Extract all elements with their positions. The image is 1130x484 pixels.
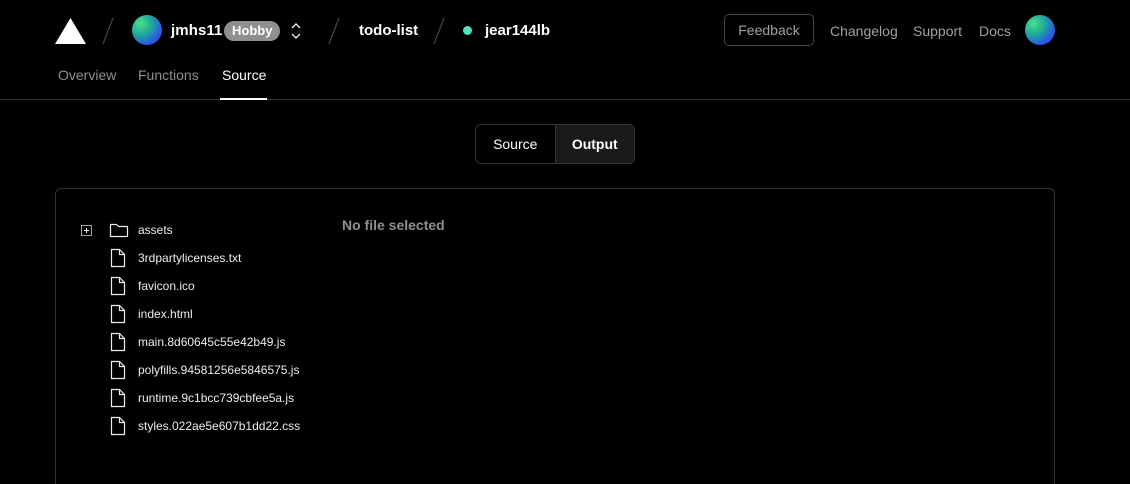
file-name: styles.022ae5e607b1dd22.css	[138, 419, 301, 433]
file-name: main.8d60645c55e42b49.js	[138, 335, 286, 349]
tree-item-file[interactable]: main.8d60645c55e42b49.js	[56, 331, 316, 353]
tree-item-file[interactable]: runtime.9c1bcc739cbfee5a.js	[56, 387, 316, 409]
chevron-up-down-icon[interactable]	[287, 20, 305, 42]
top-navigation-bar: jmhs11 Hobby todo-list jear144lb Feedbac…	[0, 0, 1130, 62]
tree-item-folder[interactable]: assets	[56, 219, 316, 241]
file-icon	[110, 360, 126, 380]
docs-link[interactable]: Docs	[979, 23, 1011, 39]
file-name: 3rdpartylicenses.txt	[138, 251, 242, 265]
active-tab-indicator	[220, 98, 267, 100]
file-icon	[110, 332, 126, 352]
folder-icon	[109, 223, 129, 238]
file-name: favicon.ico	[138, 279, 195, 293]
team-name[interactable]: jmhs11	[171, 22, 222, 39]
file-icon	[110, 304, 126, 324]
file-name: assets	[138, 223, 173, 237]
tab-source[interactable]: Source	[222, 67, 266, 83]
changelog-link[interactable]: Changelog	[830, 23, 898, 39]
no-file-selected-message: No file selected	[342, 217, 445, 233]
project-name[interactable]: todo-list	[359, 22, 418, 39]
support-link[interactable]: Support	[913, 23, 962, 39]
vercel-logo-icon[interactable]	[55, 18, 86, 44]
breadcrumb-separator-icon	[102, 17, 114, 45]
file-browser-panel: assets 3rdpartylicenses.txt favicon.ico …	[55, 188, 1055, 484]
file-icon	[110, 248, 126, 268]
tree-item-file[interactable]: styles.022ae5e607b1dd22.css	[56, 415, 316, 437]
output-toggle-button[interactable]: Output	[554, 125, 634, 163]
file-icon	[110, 388, 126, 408]
file-icon	[110, 276, 126, 296]
source-output-toggle: Source Output	[475, 124, 635, 164]
tree-item-file[interactable]: favicon.ico	[56, 275, 316, 297]
file-name: runtime.9c1bcc739cbfee5a.js	[138, 391, 295, 405]
tree-item-file[interactable]: index.html	[56, 303, 316, 325]
deployment-tabs: Overview Functions Source	[0, 62, 1130, 100]
breadcrumb-separator-icon	[328, 17, 340, 45]
expand-plus-icon[interactable]	[81, 225, 92, 236]
file-icon	[110, 416, 126, 436]
tree-item-file[interactable]: 3rdpartylicenses.txt	[56, 247, 316, 269]
feedback-button[interactable]: Feedback	[724, 14, 814, 46]
deployment-status-dot	[463, 26, 472, 35]
plan-badge: Hobby	[224, 21, 281, 41]
file-name: polyfills.94581256e5846575.js	[138, 363, 300, 377]
deployment-id[interactable]: jear144lb	[485, 22, 550, 39]
tab-overview[interactable]: Overview	[58, 67, 116, 83]
breadcrumb-separator-icon	[433, 17, 445, 45]
account-avatar[interactable]	[1025, 15, 1055, 45]
file-name: index.html	[138, 307, 193, 321]
tab-functions[interactable]: Functions	[138, 67, 199, 83]
team-avatar[interactable]	[132, 15, 162, 45]
source-toggle-button[interactable]: Source	[476, 125, 555, 163]
tree-item-file[interactable]: polyfills.94581256e5846575.js	[56, 359, 316, 381]
